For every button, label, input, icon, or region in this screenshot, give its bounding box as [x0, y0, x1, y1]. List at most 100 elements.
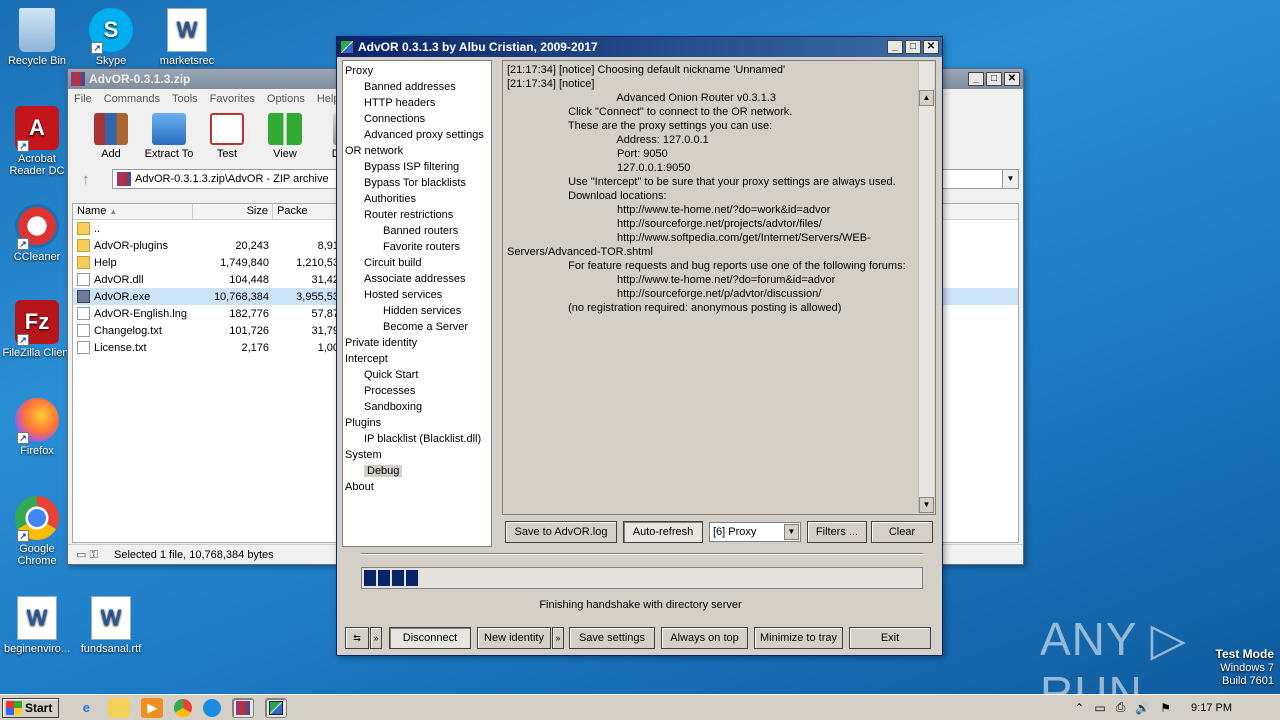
desktop-icon-acrobat[interactable]: A ↗ Acrobat Reader DC — [0, 106, 74, 177]
tree-item[interactable]: Debug — [343, 463, 491, 479]
tree-item[interactable]: Hosted services — [343, 287, 491, 303]
media-player-icon[interactable]: ▶ — [141, 697, 164, 718]
close-button[interactable]: ✕ — [923, 40, 939, 54]
tree-item[interactable]: Intercept — [343, 351, 491, 367]
desktop-icon-ccleaner[interactable]: ↗ CCleaner — [0, 204, 74, 263]
up-arrow-icon[interactable]: ↑ — [72, 171, 112, 188]
desktop-icon-firefox[interactable]: ↗ Firefox — [0, 398, 74, 457]
scroll-down-icon[interactable]: ▼ — [919, 497, 934, 513]
close-button[interactable]: ✕ — [1004, 72, 1020, 86]
add-button[interactable]: Add — [82, 109, 140, 167]
tree-item[interactable]: Router restrictions — [343, 207, 491, 223]
advor-taskbar-icon[interactable] — [265, 697, 288, 718]
minimize-to-tray-button[interactable]: Minimize to tray — [754, 627, 843, 649]
progress-segment — [364, 570, 376, 586]
tree-item-label: Plugins — [345, 417, 382, 429]
desktop-icon-filezilla[interactable]: Fz ↗ FileZilla Client — [0, 300, 74, 359]
menu-file[interactable]: File — [74, 93, 92, 105]
tree-item[interactable]: Private identity — [343, 335, 491, 351]
tree-item[interactable]: IP blacklist (Blacklist.dll) — [343, 431, 491, 447]
chrome-icon[interactable] — [174, 698, 193, 717]
maximize-button[interactable]: □ — [905, 40, 921, 54]
tree-item[interactable]: Advanced proxy settings — [343, 127, 491, 143]
tree-item[interactable]: System — [343, 447, 491, 463]
log-line: Advanced Onion Router v0.3.1.3 — [507, 92, 777, 104]
desktop-icon-fundsanal[interactable]: W fundsanal.rtf — [74, 596, 148, 655]
exit-button[interactable]: Exit — [849, 627, 931, 649]
chevron-down-icon[interactable]: ▼ — [784, 524, 799, 540]
scroll-up-icon[interactable]: ▲ — [919, 90, 934, 106]
internet-explorer-icon[interactable]: e — [75, 698, 97, 718]
save-log-button[interactable]: Save to AdvOR.log — [505, 521, 617, 543]
tree-item[interactable]: Proxy — [343, 63, 491, 79]
desktop-icon-marketsrec[interactable]: W marketsrec — [150, 8, 224, 67]
menu-tools[interactable]: Tools — [172, 93, 198, 105]
explorer-folder-icon[interactable] — [108, 697, 131, 718]
tree-item[interactable]: Connections — [343, 111, 491, 127]
log-scrollbar[interactable]: ▲ ▼ — [918, 62, 934, 513]
view-button[interactable]: View — [256, 109, 314, 167]
tree-item[interactable]: Banned addresses — [343, 79, 491, 95]
new-identity-button[interactable]: New identity — [477, 627, 551, 649]
network-status-icon[interactable]: ▭ — [1094, 701, 1105, 715]
network-icon[interactable]: ⇆ — [345, 627, 369, 649]
start-button[interactable]: Start — [2, 697, 60, 718]
tree-item[interactable]: HTTP headers — [343, 95, 491, 111]
tree-item[interactable]: Bypass Tor blacklists — [343, 175, 491, 191]
chevron-right-icon[interactable]: » — [370, 627, 382, 649]
tree-item[interactable]: Hidden services — [343, 303, 491, 319]
tree-item[interactable]: Plugins — [343, 415, 491, 431]
tree-item[interactable]: Circuit build — [343, 255, 491, 271]
debug-log[interactable]: [21:17:34] [notice] Choosing default nic… — [502, 60, 936, 515]
action-center-flag-icon[interactable]: ⚑ — [1160, 701, 1171, 715]
log-line: http://www.te-home.net/?do=forum&id=advo… — [507, 274, 836, 286]
column-packed[interactable]: Packe — [273, 204, 343, 219]
tree-item[interactable]: Become a Server — [343, 319, 491, 335]
tree-item[interactable]: Bypass ISP filtering — [343, 159, 491, 175]
column-name[interactable]: Name ▲ — [73, 204, 193, 219]
chevron-right-icon[interactable]: » — [552, 627, 564, 649]
always-on-top-button[interactable]: Always on top — [661, 627, 748, 649]
desktop-icon-chrome[interactable]: ↗ Google Chrome — [0, 496, 74, 567]
tree-item[interactable]: OR network — [343, 143, 491, 159]
tree-item[interactable]: Sandboxing — [343, 399, 491, 415]
tree-item[interactable]: Associate addresses — [343, 271, 491, 287]
tree-item[interactable]: Banned routers — [343, 223, 491, 239]
maximize-button[interactable]: □ — [986, 72, 1002, 86]
save-settings-button[interactable]: Save settings — [569, 627, 655, 649]
tray-expand-icon[interactable]: ⌃ — [1074, 701, 1084, 715]
desktop-icon-recycle-bin[interactable]: Recycle Bin — [0, 8, 74, 67]
tree-item[interactable]: Authorities — [343, 191, 491, 207]
minimize-button[interactable]: _ — [887, 40, 903, 54]
disconnect-button[interactable]: Disconnect — [389, 627, 471, 649]
tree-item[interactable]: Favorite routers — [343, 239, 491, 255]
edge-icon[interactable] — [203, 698, 222, 717]
column-size[interactable]: Size — [193, 204, 273, 219]
printer-icon[interactable]: ⎙ — [1116, 700, 1126, 715]
extract-to-button[interactable]: Extract To — [140, 109, 198, 167]
filters-button[interactable]: Filters ... — [807, 521, 867, 543]
winrar-taskbar-icon[interactable] — [232, 697, 255, 718]
test-button[interactable]: Test — [198, 109, 256, 167]
auto-refresh-toggle[interactable]: Auto-refresh — [623, 521, 703, 543]
tree-item[interactable]: Quick Start — [343, 367, 491, 383]
tree-item[interactable]: Processes — [343, 383, 491, 399]
clock[interactable]: 9:17 PM — [1191, 702, 1232, 714]
log-line: Address: 127.0.0.1 — [507, 134, 709, 146]
desktop-icon-label: Google Chrome — [17, 543, 57, 567]
menu-commands[interactable]: Commands — [104, 93, 160, 105]
file-name: AdvOR.exe — [94, 290, 151, 303]
desktop-icon-skype[interactable]: S ↗ Skype — [74, 8, 148, 67]
tree-item-label: Connections — [364, 113, 426, 125]
advor-titlebar[interactable]: AdvOR 0.3.1.3 by Albu Cristian, 2009-201… — [337, 37, 942, 57]
minimize-button[interactable]: _ — [968, 72, 984, 86]
tree-item[interactable]: About — [343, 479, 491, 495]
menu-options[interactable]: Options — [267, 93, 305, 105]
drive-key-icon[interactable]: ▭ ⚿ — [76, 548, 114, 562]
desktop-icon-beginenviro[interactable]: W beginenviro... — [0, 596, 74, 655]
path-dropdown-arrow-icon[interactable]: ▼ — [1002, 170, 1018, 188]
menu-favorites[interactable]: Favorites — [210, 93, 255, 105]
volume-icon[interactable]: 🔊 — [1135, 701, 1150, 715]
clear-button[interactable]: Clear — [871, 521, 933, 543]
log-filter-select[interactable]: [6] Proxy ▼ — [709, 522, 801, 542]
